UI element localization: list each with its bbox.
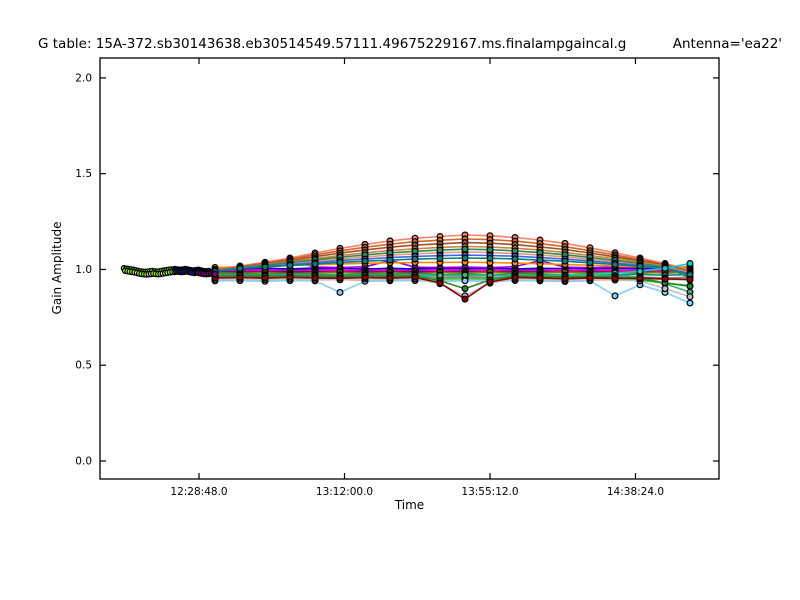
- marker-dip-mediumseagreen: [461, 271, 469, 279]
- marker-dip-lightskyblue: [611, 292, 619, 300]
- plot-figure: G table: 15A-372.sb30143638.eb30514549.5…: [0, 0, 800, 600]
- marker-dip-lightskyblue: [686, 299, 694, 307]
- marker-dip-darkred: [386, 274, 394, 282]
- marker-dip-forestgreen: [686, 282, 694, 290]
- marker-dip-darkred: [661, 275, 669, 283]
- marker-dip-darkred: [311, 274, 319, 282]
- y-tick-label: 0.0: [75, 455, 92, 467]
- x-tick-label: 14:38:24.0: [607, 486, 664, 498]
- x-tick-label: 13:55:12.0: [461, 486, 518, 498]
- marker-dip-darkred: [336, 274, 344, 282]
- marker-dip-darkred: [436, 279, 444, 287]
- marker-dip-darkred: [511, 274, 519, 282]
- marker-dip-darkred: [361, 274, 369, 282]
- x-tick-label: 13:12:00.0: [316, 486, 373, 498]
- marker-band-teal: [586, 259, 594, 267]
- marker-band-teal: [236, 265, 244, 273]
- marker-band-teal: [386, 256, 394, 264]
- marker-dip-lightskyblue: [336, 288, 344, 296]
- marker-band-teal: [511, 255, 519, 263]
- marker-dip-darkred: [636, 274, 644, 282]
- marker-band-seagreen: [436, 246, 444, 254]
- marker-dip-darkred: [411, 273, 419, 281]
- marker-band-teal: [336, 258, 344, 266]
- marker-band-teal: [361, 257, 369, 265]
- marker-band-teal: [486, 254, 494, 262]
- x-tick-label: 12:28:48.0: [170, 486, 227, 498]
- marker-dip-forestgreen: [461, 285, 469, 293]
- marker-dip-darkred: [261, 274, 269, 282]
- marker-cluster-darkmagenta: [211, 270, 219, 278]
- marker-band-teal: [461, 254, 469, 262]
- marker-dip-darkred: [236, 274, 244, 282]
- marker-band-seagreen: [486, 246, 494, 254]
- marker-band-teal: [561, 257, 569, 265]
- marker-band-teal: [411, 255, 419, 263]
- marker-band-teal: [611, 261, 619, 269]
- marker-dip-darkred: [461, 295, 469, 303]
- y-tick-label: 1.5: [75, 168, 92, 180]
- marker-dip-lightskyblue: [461, 277, 469, 285]
- marker-band-teal: [286, 261, 294, 269]
- marker-dip-silver: [661, 285, 669, 293]
- marker-dip-darkred: [686, 275, 694, 283]
- marker-bundle-darkturquoise: [686, 260, 694, 268]
- marker-dip-darkred: [586, 274, 594, 282]
- marker-band-teal: [261, 263, 269, 271]
- marker-band-teal: [311, 260, 319, 268]
- marker-dip-darkred: [611, 275, 619, 283]
- marker-dip-darkred: [286, 273, 294, 281]
- marker-dip-darkred: [561, 275, 569, 283]
- y-tick-label: 1.0: [75, 264, 92, 276]
- marker-dip-darkred: [486, 278, 494, 286]
- x-axis-label: Time: [394, 498, 425, 512]
- marker-bundle-darkturquoise: [661, 264, 669, 272]
- y-tick-label: 2.0: [75, 72, 92, 84]
- marker-band-teal: [536, 256, 544, 264]
- marker-dip-silver: [686, 293, 694, 301]
- marker-band-teal: [436, 255, 444, 263]
- marker-band-seagreen: [461, 245, 469, 253]
- y-tick-label: 0.5: [75, 360, 92, 372]
- marker-dip-darkred: [536, 274, 544, 282]
- marker-bundle-darkturquoise: [636, 267, 644, 275]
